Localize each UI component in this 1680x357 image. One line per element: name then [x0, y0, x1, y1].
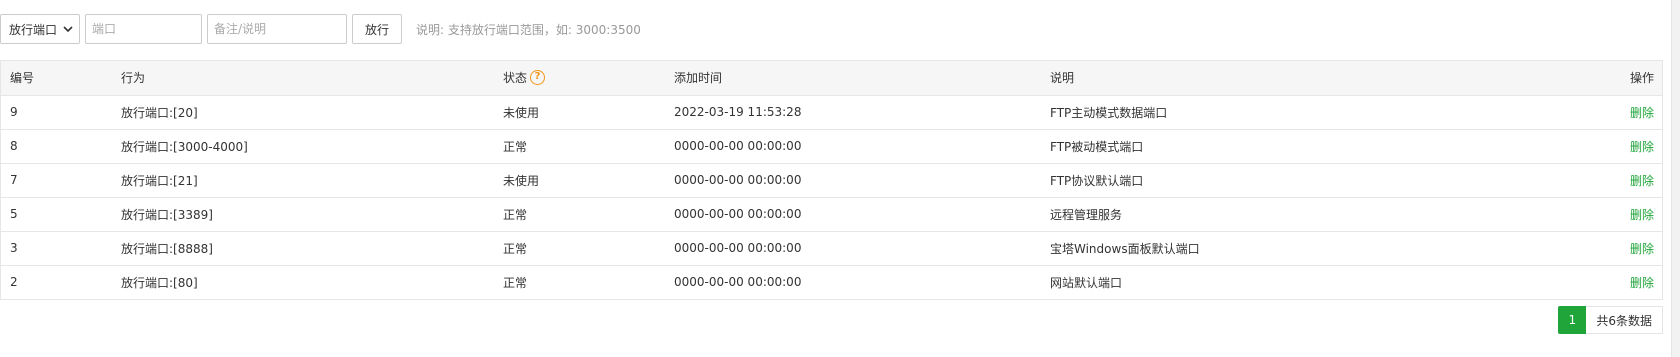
rule-type-select[interactable]: 放行端口: [0, 14, 80, 44]
allow-button[interactable]: 放行: [352, 14, 403, 44]
delete-link[interactable]: 删除: [1461, 231, 1662, 266]
cell-time: 0000-00-00 00:00:00: [665, 197, 1041, 232]
column-header-status: 状态 ?: [494, 61, 665, 96]
cell-action: 放行端口:[3389]: [112, 197, 494, 232]
column-header-op: 操作: [1461, 61, 1662, 96]
pagination: 1 共6条数据: [1558, 306, 1663, 334]
cell-id: 8: [1, 129, 112, 164]
cell-time: 0000-00-00 00:00:00: [665, 163, 1041, 198]
table-row: 8 放行端口:[3000-4000] 正常 0000-00-00 00:00:00 FT…: [1, 129, 1662, 164]
cell-status: 未使用: [494, 163, 665, 198]
cell-desc: 网站默认端口: [1050, 275, 1123, 290]
cell-status: 正常: [494, 197, 665, 232]
cell-status: 正常: [503, 275, 528, 290]
table-header-row: 编号 行为 状态 ? 添加时间 说明 操作: [1, 61, 1662, 96]
column-header-action: 行为: [112, 61, 494, 96]
cell-status: 正常: [494, 129, 665, 164]
cell-time: 0000-00-00 00:00:00: [674, 275, 802, 290]
delete-link[interactable]: 删除: [1461, 163, 1662, 198]
port-input[interactable]: [85, 14, 202, 44]
table-row: 5 放行端口:[3389] 正常 0000-00-00 00:00:00 远程管理服务删…: [1, 197, 1662, 232]
cell-desc: FTP协议默认端口: [1041, 163, 1461, 198]
port-range-hint: 说明: 支持放行端口范围，如: 3000:3500: [416, 22, 641, 37]
firewall-toolbar: 放行端口 放行 说明: 支持放行端口范围，如: 3000:3500: [0, 14, 641, 44]
delete-link[interactable]: 删除: [1461, 197, 1662, 232]
page-total-count: 共6条数据: [1586, 306, 1663, 334]
delete-link[interactable]: 删除: [1461, 95, 1662, 130]
column-header-time[interactable]: 添加时间: [665, 61, 1041, 96]
cell-action: 放行端口:[20]: [112, 95, 494, 130]
port-rules-table: 编号 行为 状态 ? 添加时间 说明 操作 9 放行端口:[20] 未使用 2022-…: [0, 60, 1663, 300]
delete-link[interactable]: 删除: [1461, 129, 1662, 164]
table-row: 2 放行端口:[80] 正常 0000-00-00 00:00:00 网站默认端口 删除: [1, 265, 1662, 299]
column-header-desc: 说明: [1041, 61, 1461, 96]
cell-desc: FTP被动模式端口: [1041, 129, 1461, 164]
note-input[interactable]: [207, 14, 347, 44]
cell-id: 3: [1, 231, 112, 266]
question-icon[interactable]: ?: [530, 70, 546, 86]
cell-action: 放行端口:[8888]: [112, 231, 494, 266]
table-row: 3 放行端口:[8888] 正常 0000-00-00 00:00:00 宝塔Windo…: [1, 231, 1662, 266]
table-row: 7 放行端口:[21] 未使用 0000-00-00 00:00:00 FTP协议默认端…: [1, 163, 1662, 198]
cell-desc: 宝塔Windows面板默认端口: [1041, 231, 1461, 266]
cell-time: 0000-00-00 00:00:00: [665, 129, 1041, 164]
cell-status: 正常: [494, 231, 665, 266]
column-header-id[interactable]: 编号: [1, 61, 112, 96]
cell-time: 2022-03-19 11:53:28: [665, 95, 1041, 130]
cell-status: 未使用: [494, 95, 665, 130]
page-current[interactable]: 1: [1558, 306, 1587, 334]
cell-desc: 远程管理服务: [1041, 197, 1461, 232]
cell-id: 2: [10, 275, 18, 290]
cell-action: 放行端口:[21]: [112, 163, 494, 198]
cell-action: 放行端口:[80]: [121, 275, 198, 290]
chevron-down-icon: [63, 26, 73, 33]
delete-link[interactable]: 删除: [1461, 265, 1662, 299]
page-scrollbar[interactable]: [1671, 0, 1680, 357]
cell-time: 0000-00-00 00:00:00: [665, 231, 1041, 266]
cell-id: 9: [1, 95, 112, 130]
column-header-status-label: 状态: [503, 71, 528, 86]
cell-id: 5: [1, 197, 112, 232]
table-row: 9 放行端口:[20] 未使用 2022-03-19 11:53:28 FTP主动模式数…: [1, 95, 1662, 130]
cell-id: 7: [1, 163, 112, 198]
cell-action: 放行端口:[3000-4000]: [112, 129, 494, 164]
cell-desc: FTP主动模式数据端口: [1041, 95, 1461, 130]
rule-type-select-value: 放行端口: [9, 22, 58, 37]
